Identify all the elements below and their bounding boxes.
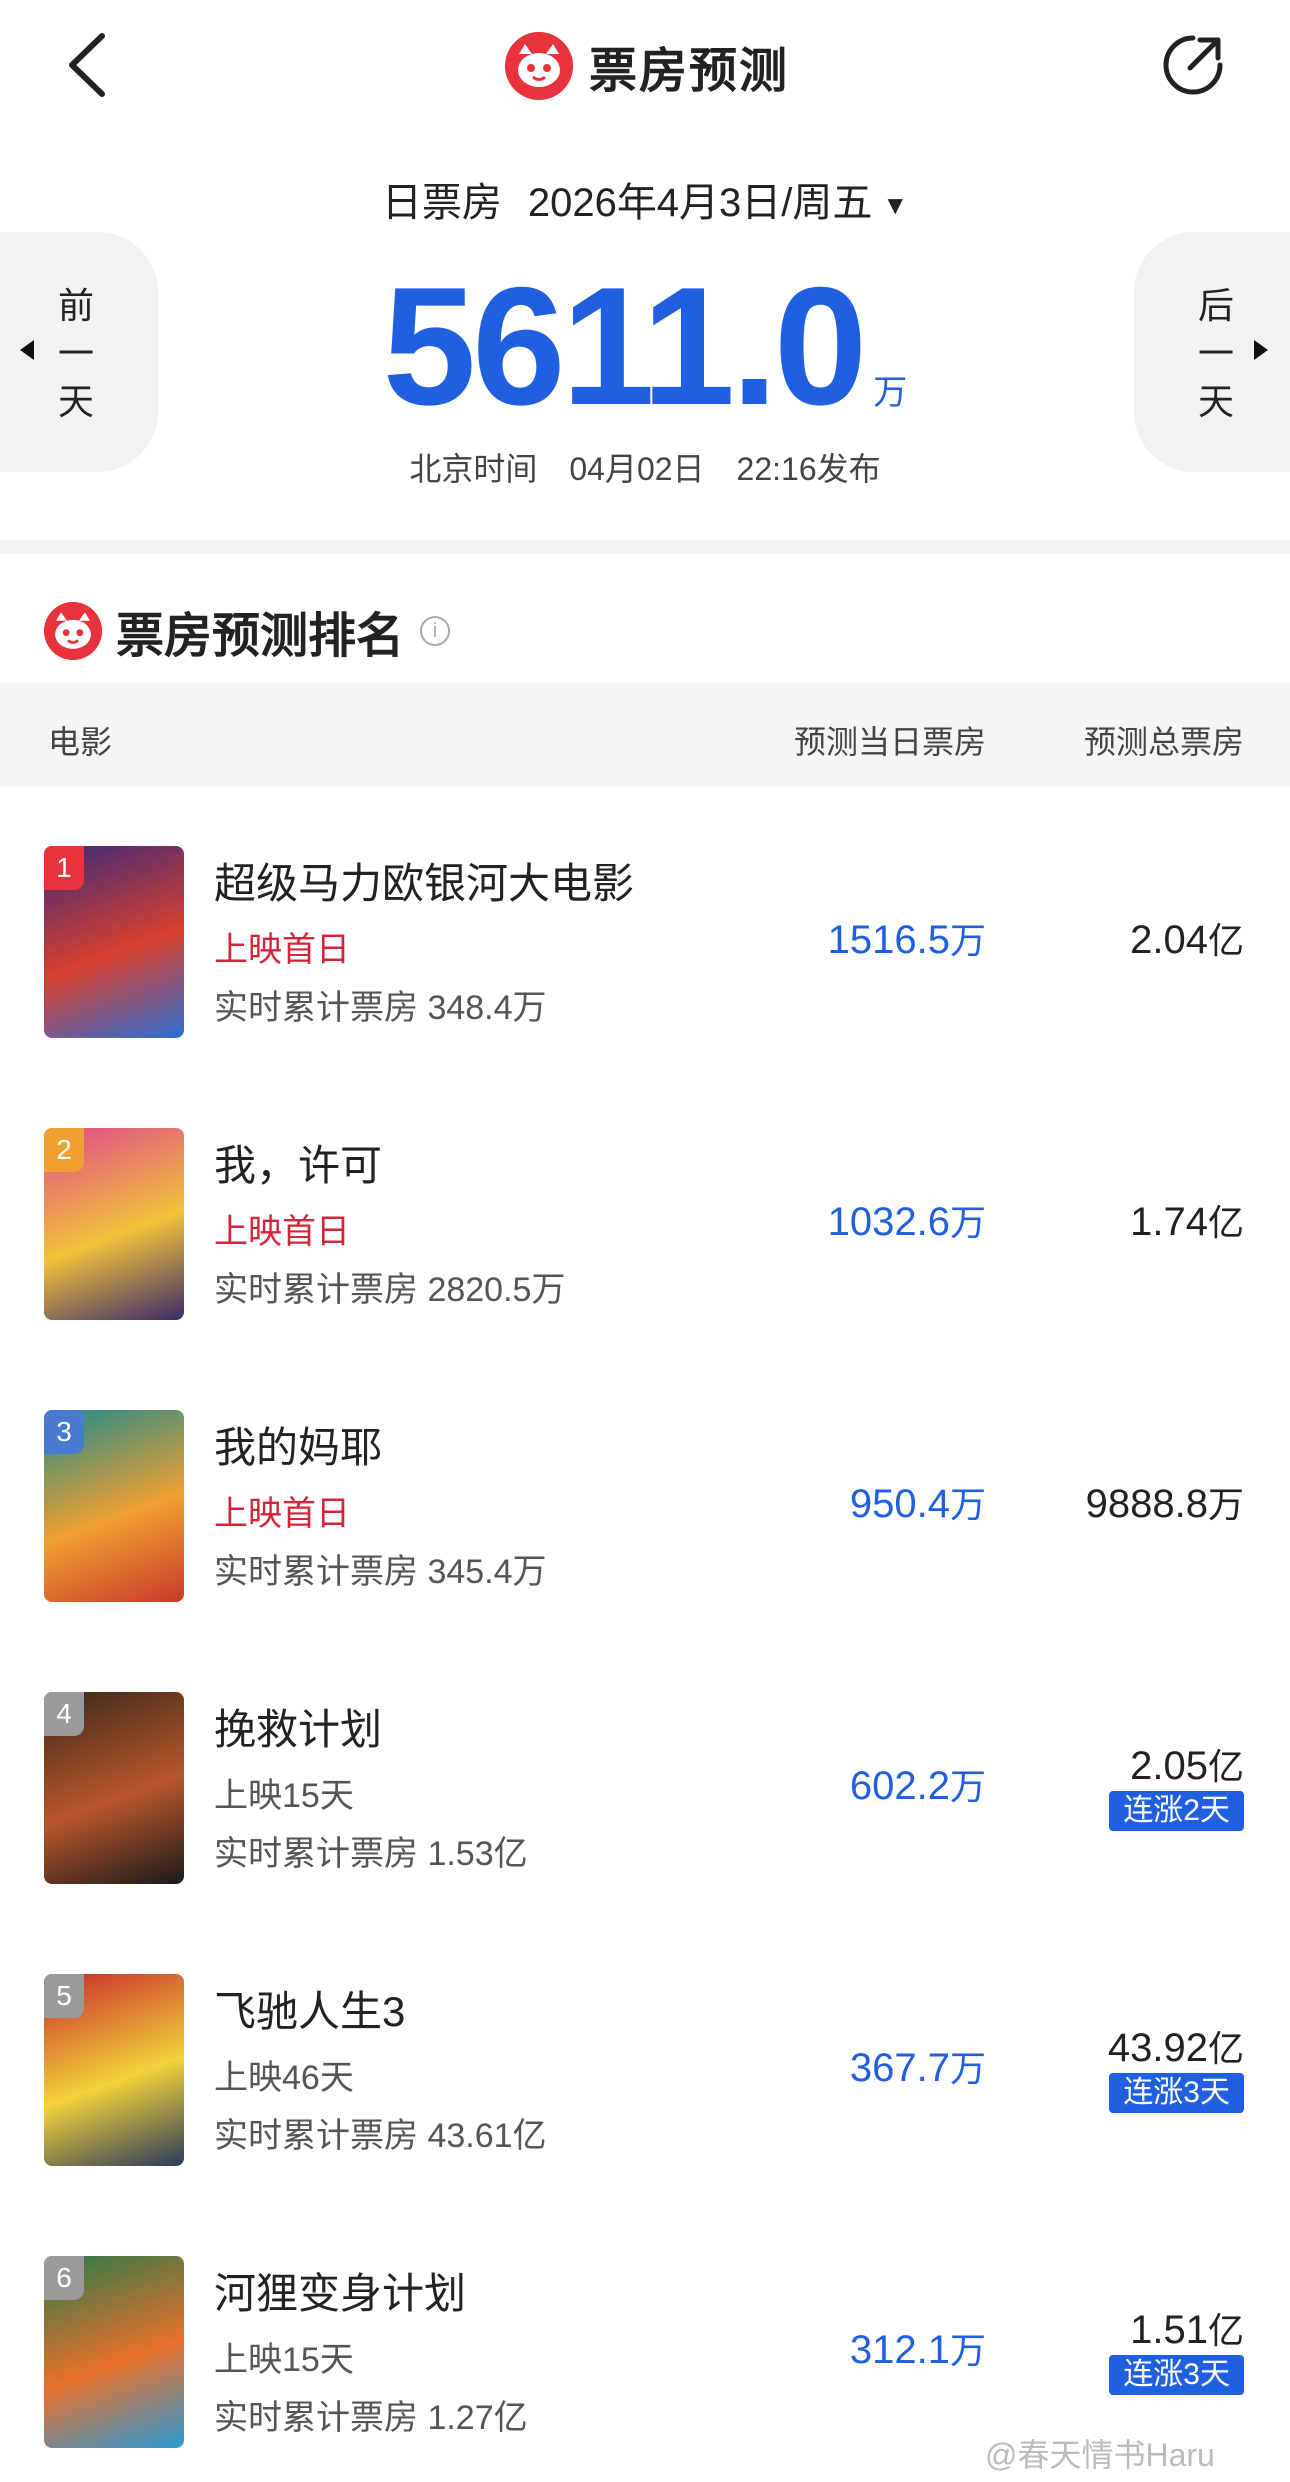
cumulative-box-office: 实时累计票房 348.4万 (214, 989, 547, 1027)
total-value: 5611.0 (382, 252, 868, 440)
movie-row[interactable]: 2 我，许可 上映首日 实时累计票房 2820.5万 1032.6万 1.74亿 (0, 1082, 1290, 1364)
total-unit: 万 (873, 374, 908, 412)
top-bar: 票房预测 (0, 0, 1290, 140)
day-forecast: 312.1万 (849, 2328, 986, 2372)
rank-badge: 3 (44, 1410, 84, 1454)
day-forecast: 950.4万 (849, 1482, 986, 1526)
movie-title: 飞驰人生3 (214, 1988, 406, 2035)
ranking-title: 票房预测排名 (116, 610, 405, 663)
total-forecast: 2.04亿 (1130, 918, 1244, 962)
cumulative-box-office: 实时累计票房 43.61亿 (214, 2117, 547, 2155)
ranking-header: 票房预测排名 i (44, 596, 451, 666)
date-type-label: 日票房 (381, 181, 502, 225)
date-value: 2026年4月3日/周五 (527, 181, 873, 225)
release-status: 上映15天 (214, 2341, 354, 2379)
column-total-forecast: 预测总票房 (1083, 724, 1244, 760)
movie-row[interactable]: 3 我的妈耶 上映首日 实时累计票房 345.4万 950.4万 9888.8万 (0, 1364, 1290, 1646)
share-icon[interactable] (1160, 32, 1226, 98)
rank-badge: 2 (44, 1128, 84, 1172)
movie-poster[interactable]: 2 (44, 1128, 184, 1320)
release-status: 上映15天 (214, 1777, 354, 1815)
day-forecast: 367.7万 (849, 2046, 986, 2090)
maoyan-logo-icon (44, 602, 102, 660)
date-selector[interactable]: 日票房 2026年4月3日/周五 ▼ (0, 170, 1290, 228)
trend-badge: 连涨3天 (1109, 2073, 1244, 2113)
movie-title: 挽救计划 (214, 1706, 383, 1753)
total-forecast: 9888.8万 (1085, 1482, 1244, 1526)
column-day-forecast: 预测当日票房 (793, 724, 986, 760)
total-forecast: 1.74亿 (1130, 1200, 1244, 1244)
app-title-group: 票房预测 (505, 30, 789, 102)
movie-title: 超级马力欧银河大电影 (214, 860, 635, 907)
movie-title: 我的妈耶 (214, 1424, 383, 1471)
info-icon[interactable]: i (420, 616, 451, 646)
caret-down-icon: ▼ (882, 189, 909, 220)
cumulative-box-office: 实时累计票房 345.4万 (214, 1553, 547, 1591)
movie-title: 河狸变身计划 (214, 2270, 467, 2317)
maoyan-logo-icon (505, 32, 573, 100)
release-status: 上映首日 (214, 931, 350, 969)
movie-row[interactable]: 5 飞驰人生3 上映46天 实时累计票房 43.61亿 367.7万 43.92… (0, 1928, 1290, 2210)
cumulative-box-office: 实时累计票房 1.53亿 (214, 1835, 528, 1873)
day-forecast: 1032.6万 (827, 1200, 986, 1244)
total-forecast: 2.05亿 (1130, 1744, 1244, 1788)
release-status: 上映46天 (214, 2059, 354, 2097)
movie-row[interactable]: 4 挽救计划 上映15天 实时累计票房 1.53亿 602.2万 2.05亿 连… (0, 1646, 1290, 1928)
cumulative-box-office: 实时累计票房 1.27亿 (214, 2399, 528, 2437)
movie-row[interactable]: 1 超级马力欧银河大电影 上映首日 实时累计票房 348.4万 1516.5万 … (0, 800, 1290, 1082)
day-forecast: 1516.5万 (827, 918, 986, 962)
release-status: 上映首日 (214, 1213, 350, 1251)
cumulative-box-office: 实时累计票房 2820.5万 (214, 1271, 566, 1309)
page-title: 票房预测 (589, 45, 790, 98)
rank-badge: 1 (44, 846, 84, 890)
trend-badge: 连涨3天 (1109, 2355, 1244, 2395)
table-header: 电影 预测当日票房 预测总票房 (0, 683, 1290, 787)
release-status: 上映首日 (214, 1495, 350, 1533)
rank-badge: 4 (44, 1692, 84, 1736)
total-box-office: 5611.0 万 (0, 262, 1290, 430)
total-forecast: 43.92亿 (1107, 2026, 1244, 2070)
movie-poster[interactable]: 3 (44, 1410, 184, 1602)
trend-badge: 连涨2天 (1109, 1791, 1244, 1831)
publish-time: 北京时间 04月02日 22:16发布 (409, 451, 881, 487)
movie-title: 我，许可 (214, 1142, 383, 1189)
watermark: @春天情书Haru (985, 2437, 1215, 2473)
column-movie: 电影 (48, 724, 113, 760)
total-forecast: 1.51亿 (1130, 2308, 1244, 2352)
movie-poster[interactable]: 1 (44, 846, 184, 1038)
day-forecast: 602.2万 (849, 1764, 986, 1808)
back-icon[interactable] (60, 30, 120, 100)
movie-poster[interactable]: 4 (44, 1692, 184, 1884)
section-divider (0, 540, 1290, 554)
rank-badge: 6 (44, 2256, 84, 2300)
movie-poster[interactable]: 6 (44, 2256, 184, 2448)
rank-badge: 5 (44, 1974, 84, 2018)
movie-poster[interactable]: 5 (44, 1974, 184, 2166)
